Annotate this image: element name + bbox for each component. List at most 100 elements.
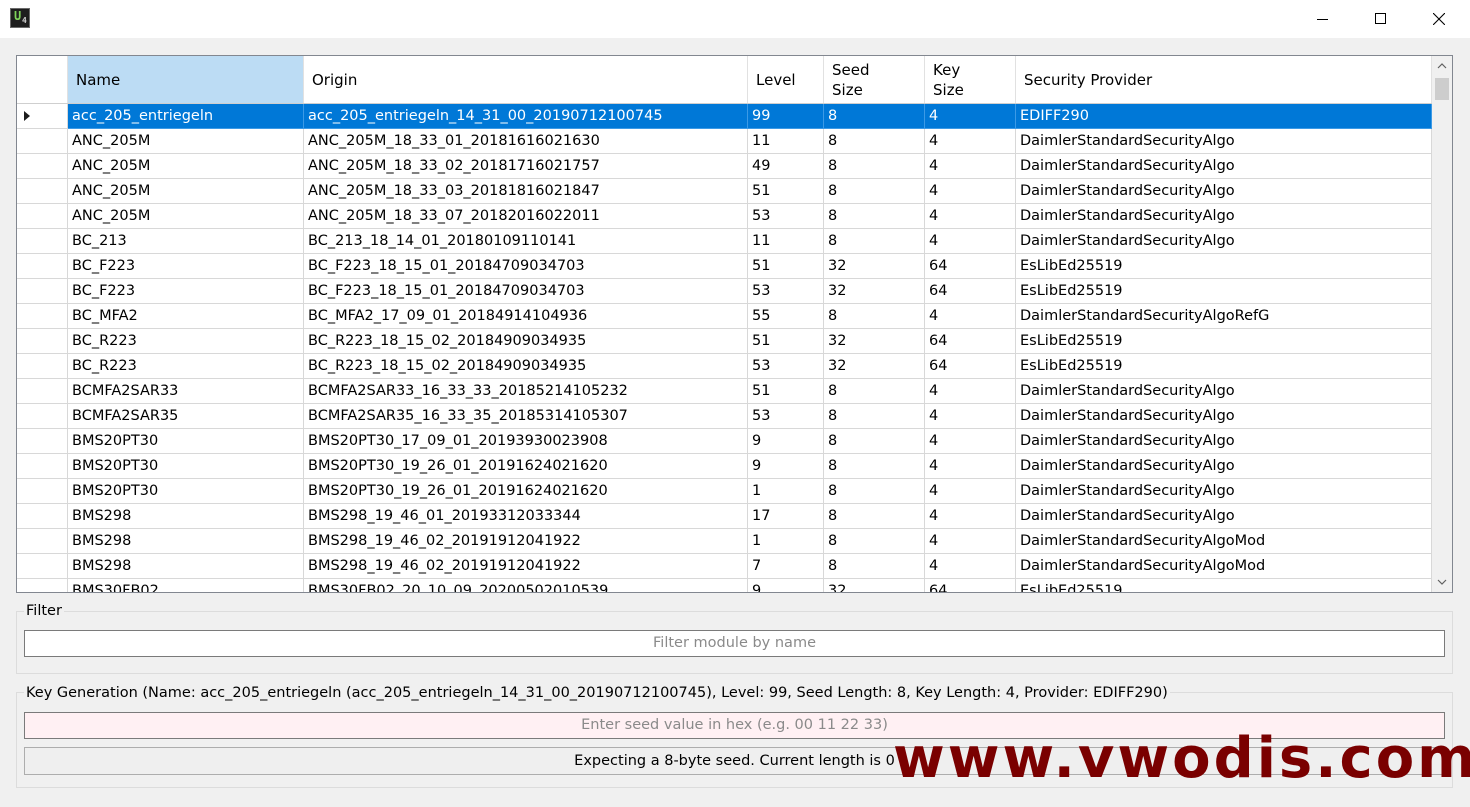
cell-seed-size[interactable]: 8 xyxy=(824,529,925,554)
cell-name[interactable]: BMS20PT30 xyxy=(68,429,304,454)
vertical-scrollbar[interactable] xyxy=(1432,56,1452,592)
cell-origin[interactable]: BC_213_18_14_01_20180109110141 xyxy=(304,229,748,254)
table-row[interactable]: BC_F223 BC_F223_18_15_01_20184709034703 53… xyxy=(17,279,1432,304)
cell-origin[interactable]: BCMFA2SAR33_16_33_33_20185214105232 xyxy=(304,379,748,404)
cell-security-provider[interactable]: EsLibEd25519 xyxy=(1016,354,1432,379)
cell-security-provider[interactable]: EsLibEd25519 xyxy=(1016,579,1432,592)
cell-origin[interactable]: BC_MFA2_17_09_01_20184914104936 xyxy=(304,304,748,329)
row-header[interactable] xyxy=(17,479,68,504)
table-row[interactable]: BC_213 BC_213_18_14_01_20180109110141 11 8 4… xyxy=(17,229,1432,254)
cell-name[interactable]: BMS298 xyxy=(68,554,304,579)
cell-level[interactable]: 9 xyxy=(748,454,824,479)
row-header[interactable] xyxy=(17,379,68,404)
cell-origin[interactable]: ANC_205M_18_33_07_20182016022011 xyxy=(304,204,748,229)
cell-seed-size[interactable]: 32 xyxy=(824,329,925,354)
cell-key-size[interactable]: 64 xyxy=(925,279,1016,304)
cell-level[interactable]: 1 xyxy=(748,479,824,504)
cell-key-size[interactable]: 64 xyxy=(925,254,1016,279)
cell-name[interactable]: BC_F223 xyxy=(68,279,304,304)
cell-seed-size[interactable]: 32 xyxy=(824,579,925,592)
cell-origin[interactable]: BC_F223_18_15_01_20184709034703 xyxy=(304,254,748,279)
cell-key-size[interactable]: 4 xyxy=(925,129,1016,154)
row-header[interactable] xyxy=(17,554,68,579)
cell-key-size[interactable]: 64 xyxy=(925,329,1016,354)
row-header[interactable] xyxy=(17,454,68,479)
header-level[interactable]: Level xyxy=(748,56,824,103)
table-row[interactable]: BCMFA2SAR35 BCMFA2SAR35_16_33_35_20185314… xyxy=(17,404,1432,429)
cell-key-size[interactable]: 4 xyxy=(925,229,1016,254)
header-corner[interactable] xyxy=(17,56,68,103)
table-row[interactable]: BC_R223 BC_R223_18_15_02_20184909034935 51… xyxy=(17,329,1432,354)
cell-name[interactable]: ANC_205M xyxy=(68,179,304,204)
header-name[interactable]: Name xyxy=(68,56,304,103)
cell-origin[interactable]: ANC_205M_18_33_02_20181716021757 xyxy=(304,154,748,179)
table-row[interactable]: BMS298 BMS298_19_46_01_20193312033344 17 8 4… xyxy=(17,504,1432,529)
cell-seed-size[interactable]: 8 xyxy=(824,429,925,454)
cell-origin[interactable]: BMS298_19_46_02_20191912041922 xyxy=(304,529,748,554)
cell-origin[interactable]: BMS298_19_46_01_20193312033344 xyxy=(304,504,748,529)
cell-level[interactable]: 11 xyxy=(748,229,824,254)
cell-seed-size[interactable]: 8 xyxy=(824,554,925,579)
table-row[interactable]: BMS20PT30 BMS20PT30_19_26_01_201916240216… xyxy=(17,454,1432,479)
cell-seed-size[interactable]: 8 xyxy=(824,129,925,154)
cell-security-provider[interactable]: DaimlerStandardSecurityAlgo xyxy=(1016,129,1432,154)
scroll-up-arrow-icon[interactable] xyxy=(1432,56,1452,76)
cell-origin[interactable]: ANC_205M_18_33_03_20181816021847 xyxy=(304,179,748,204)
cell-origin[interactable]: ANC_205M_18_33_01_20181616021630 xyxy=(304,129,748,154)
scroll-down-arrow-icon[interactable] xyxy=(1432,572,1452,592)
table-row[interactable]: BMS298 BMS298_19_46_02_20191912041922 7 8 4 D… xyxy=(17,554,1432,579)
cell-level[interactable]: 49 xyxy=(748,154,824,179)
row-header[interactable] xyxy=(17,179,68,204)
cell-origin[interactable]: acc_205_entriegeln_14_31_00_201907121007… xyxy=(304,104,748,129)
cell-security-provider[interactable]: DaimlerStandardSecurityAlgo xyxy=(1016,479,1432,504)
cell-origin[interactable]: BC_R223_18_15_02_20184909034935 xyxy=(304,329,748,354)
cell-level[interactable]: 53 xyxy=(748,404,824,429)
filter-input[interactable]: Filter module by name xyxy=(24,630,1445,657)
row-header[interactable] xyxy=(17,254,68,279)
cell-seed-size[interactable]: 8 xyxy=(824,504,925,529)
cell-seed-size[interactable]: 8 xyxy=(824,229,925,254)
cell-seed-size[interactable]: 8 xyxy=(824,179,925,204)
table-row[interactable]: BMS298 BMS298_19_46_02_20191912041922 1 8 4 D… xyxy=(17,529,1432,554)
cell-name[interactable]: BC_F223 xyxy=(68,254,304,279)
cell-level[interactable]: 9 xyxy=(748,429,824,454)
cell-seed-size[interactable]: 8 xyxy=(824,104,925,129)
table-row[interactable]: ANC_205M ANC_205M_18_33_02_20181716021757… xyxy=(17,154,1432,179)
cell-security-provider[interactable]: DaimlerStandardSecurityAlgo xyxy=(1016,154,1432,179)
cell-level[interactable]: 55 xyxy=(748,304,824,329)
cell-level[interactable]: 53 xyxy=(748,204,824,229)
module-grid[interactable]: Name Origin Level Seed Size Key Size Sec… xyxy=(16,55,1453,593)
cell-level[interactable]: 99 xyxy=(748,104,824,129)
cell-name[interactable]: BC_R223 xyxy=(68,354,304,379)
cell-name[interactable]: BMS298 xyxy=(68,529,304,554)
cell-key-size[interactable]: 4 xyxy=(925,104,1016,129)
cell-seed-size[interactable]: 32 xyxy=(824,279,925,304)
row-header[interactable] xyxy=(17,429,68,454)
cell-origin[interactable]: BMS20PT30_17_09_01_20193930023908 xyxy=(304,429,748,454)
row-header[interactable] xyxy=(17,154,68,179)
cell-security-provider[interactable]: DaimlerStandardSecurityAlgo xyxy=(1016,179,1432,204)
cell-level[interactable]: 53 xyxy=(748,354,824,379)
cell-name[interactable]: BC_MFA2 xyxy=(68,304,304,329)
cell-level[interactable]: 51 xyxy=(748,254,824,279)
cell-security-provider[interactable]: DaimlerStandardSecurityAlgo xyxy=(1016,204,1432,229)
minimize-button[interactable] xyxy=(1294,0,1352,38)
cell-key-size[interactable]: 64 xyxy=(925,579,1016,592)
cell-key-size[interactable]: 4 xyxy=(925,379,1016,404)
cell-security-provider[interactable]: DaimlerStandardSecurityAlgo xyxy=(1016,429,1432,454)
cell-level[interactable]: 53 xyxy=(748,279,824,304)
cell-level[interactable]: 51 xyxy=(748,179,824,204)
cell-security-provider[interactable]: EsLibEd25519 xyxy=(1016,329,1432,354)
row-header[interactable] xyxy=(17,329,68,354)
scroll-thumb[interactable] xyxy=(1435,78,1449,100)
cell-origin[interactable]: BC_F223_18_15_01_20184709034703 xyxy=(304,279,748,304)
cell-level[interactable]: 11 xyxy=(748,129,824,154)
cell-name[interactable]: ANC_205M xyxy=(68,204,304,229)
cell-seed-size[interactable]: 8 xyxy=(824,204,925,229)
close-button[interactable] xyxy=(1410,0,1468,38)
cell-security-provider[interactable]: DaimlerStandardSecurityAlgoMod xyxy=(1016,529,1432,554)
cell-name[interactable]: BMS20PT30 xyxy=(68,479,304,504)
row-header[interactable] xyxy=(17,229,68,254)
cell-name[interactable]: BMS298 xyxy=(68,504,304,529)
cell-key-size[interactable]: 4 xyxy=(925,154,1016,179)
